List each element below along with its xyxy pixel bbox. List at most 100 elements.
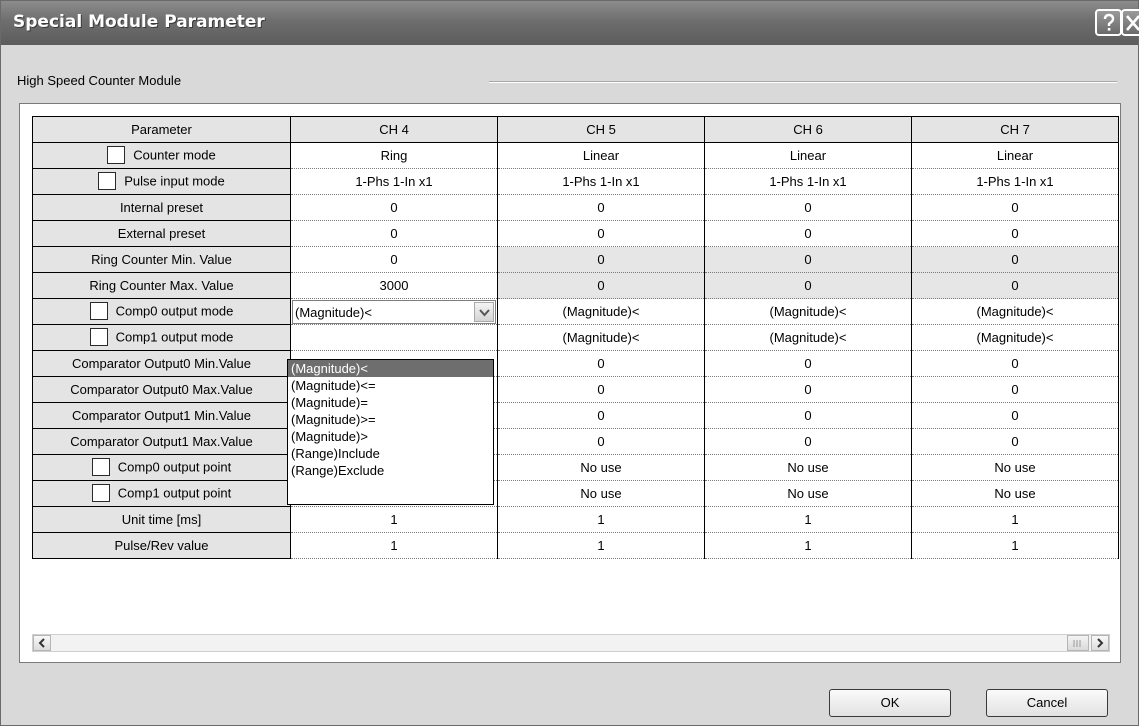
parameter-value-cell[interactable]: No use bbox=[704, 454, 912, 481]
parameter-value-cell[interactable]: 1 bbox=[290, 506, 498, 533]
parameter-value-cell[interactable]: 0 bbox=[704, 194, 912, 221]
parameter-name-cell[interactable]: Comp1 output mode bbox=[32, 324, 291, 351]
scroll-right-button[interactable] bbox=[1091, 635, 1109, 651]
parameter-value-cell[interactable]: 0 bbox=[911, 220, 1119, 247]
parameter-name-cell[interactable]: Pulse input mode bbox=[32, 168, 291, 195]
comp0-mode-combobox[interactable]: (Magnitude)< bbox=[292, 299, 496, 324]
parameter-value-cell[interactable]: (Magnitude)< bbox=[911, 298, 1119, 325]
parameter-value-cell[interactable]: 0 bbox=[911, 428, 1119, 455]
parameter-value-cell[interactable]: 0 bbox=[704, 428, 912, 455]
parameter-value-cell[interactable]: (Magnitude)< bbox=[911, 324, 1119, 351]
parameter-checkbox[interactable] bbox=[98, 171, 117, 190]
parameter-value-cell[interactable]: 1-Phs 1-In x1 bbox=[290, 168, 498, 195]
parameter-value-cell[interactable]: Linear bbox=[497, 142, 705, 169]
dropdown-option[interactable]: (Magnitude)= bbox=[288, 394, 493, 411]
parameter-name-cell[interactable]: Counter mode bbox=[32, 142, 291, 169]
table-row: Comparator Output1 Min.Value 0 0 0 bbox=[32, 402, 1119, 429]
parameter-checkbox[interactable] bbox=[91, 457, 110, 476]
parameter-value-cell[interactable]: 0 bbox=[497, 272, 705, 299]
parameter-value-cell[interactable]: 3000 bbox=[290, 272, 498, 299]
parameter-value-cell[interactable]: No use bbox=[497, 454, 705, 481]
parameter-value-cell[interactable]: 1 bbox=[290, 532, 498, 559]
parameter-name-cell[interactable]: Comp0 output point bbox=[32, 454, 291, 481]
parameter-value-cell[interactable]: 0 bbox=[911, 246, 1119, 273]
parameter-name-label: Comp1 output point bbox=[117, 484, 232, 500]
value-text: 0 bbox=[597, 356, 605, 371]
parameter-name-cell[interactable]: Comp0 output mode bbox=[32, 298, 291, 325]
parameter-value-cell[interactable]: No use bbox=[911, 454, 1119, 481]
parameter-value-cell[interactable]: 0 bbox=[497, 428, 705, 455]
parameter-value-cell[interactable]: 0 bbox=[290, 246, 498, 273]
parameter-value-cell[interactable]: 0 bbox=[704, 402, 912, 429]
title-bar[interactable]: Special Module Parameter bbox=[1, 1, 1139, 45]
parameter-value-cell[interactable]: 1-Phs 1-In x1 bbox=[497, 168, 705, 195]
parameter-value-cell[interactable]: 1 bbox=[704, 532, 912, 559]
scroll-left-button[interactable] bbox=[33, 635, 51, 651]
parameter-checkbox[interactable] bbox=[89, 327, 108, 346]
parameter-value-cell[interactable]: 0 bbox=[290, 220, 498, 247]
parameter-value-cell[interactable]: (Magnitude)< bbox=[497, 324, 705, 351]
parameter-value-cell[interactable]: (Magnitude)< bbox=[704, 298, 912, 325]
value-text: 3000 bbox=[379, 278, 409, 293]
parameter-value-cell[interactable]: 0 bbox=[911, 402, 1119, 429]
parameter-value-cell[interactable]: 0 bbox=[497, 220, 705, 247]
scroll-thumb[interactable] bbox=[1067, 635, 1089, 651]
parameter-value-cell[interactable]: Linear bbox=[911, 142, 1119, 169]
special-module-parameter-dialog: Special Module Parameter High Speed Coun… bbox=[0, 0, 1139, 726]
parameter-value-cell[interactable] bbox=[290, 324, 498, 351]
parameter-value-cell[interactable]: 1 bbox=[497, 532, 705, 559]
parameter-value-cell[interactable]: 0 bbox=[497, 246, 705, 273]
parameter-name-label: Comparator Output1 Max.Value bbox=[70, 434, 253, 449]
parameter-value-cell[interactable]: 0 bbox=[911, 272, 1119, 299]
parameter-value-cell[interactable]: 1 bbox=[911, 532, 1119, 559]
parameter-value-cell[interactable]: (Magnitude)< bbox=[290, 298, 498, 325]
parameter-value-cell[interactable]: 0 bbox=[290, 194, 498, 221]
parameter-value-cell[interactable]: (Magnitude)< bbox=[704, 324, 912, 351]
parameter-value-cell[interactable]: No use bbox=[911, 480, 1119, 507]
table-row: Unit time [ms] 1 1 1 1 bbox=[32, 506, 1119, 533]
dropdown-option[interactable]: (Range)Exclude bbox=[288, 462, 493, 479]
parameter-value-cell[interactable]: Linear bbox=[704, 142, 912, 169]
ok-button[interactable]: OK bbox=[829, 689, 951, 717]
parameter-value-cell[interactable]: 0 bbox=[704, 246, 912, 273]
parameter-value-cell[interactable]: 0 bbox=[704, 272, 912, 299]
parameter-value-cell[interactable]: 0 bbox=[497, 376, 705, 403]
parameter-value-cell[interactable]: 0 bbox=[911, 350, 1119, 377]
parameter-value-cell[interactable]: Ring bbox=[290, 142, 498, 169]
cancel-button[interactable]: Cancel bbox=[986, 689, 1108, 717]
table-row: Comp1 output pointNo useNo useNo useNo u… bbox=[32, 480, 1119, 507]
comp0-mode-dropdown-list[interactable]: (Magnitude)< (Magnitude)<= (Magnitude)= (Ma… bbox=[287, 359, 494, 505]
parameter-value-cell[interactable]: 0 bbox=[497, 194, 705, 221]
parameter-value-cell[interactable]: 1 bbox=[911, 506, 1119, 533]
value-text: 0 bbox=[804, 226, 812, 241]
close-button[interactable] bbox=[1121, 9, 1139, 36]
parameter-checkbox[interactable] bbox=[89, 301, 108, 320]
parameter-value-cell[interactable]: 1 bbox=[497, 506, 705, 533]
parameter-value-cell[interactable]: No use bbox=[704, 480, 912, 507]
parameter-value-cell[interactable]: 0 bbox=[704, 220, 912, 247]
help-button[interactable] bbox=[1095, 9, 1122, 36]
parameter-value-cell[interactable]: 0 bbox=[704, 376, 912, 403]
parameter-checkbox[interactable] bbox=[91, 483, 110, 502]
parameter-value-cell[interactable]: 0 bbox=[497, 350, 705, 377]
parameter-value-cell[interactable]: 1-Phs 1-In x1 bbox=[911, 168, 1119, 195]
parameter-value-cell[interactable]: No use bbox=[497, 480, 705, 507]
parameter-checkbox[interactable] bbox=[107, 145, 126, 164]
horizontal-scrollbar[interactable] bbox=[32, 634, 1110, 652]
parameter-value-cell[interactable]: 0 bbox=[497, 402, 705, 429]
parameter-value-cell[interactable]: 1 bbox=[704, 506, 912, 533]
parameter-value-cell[interactable]: 0 bbox=[911, 194, 1119, 221]
parameter-value-cell[interactable]: (Magnitude)< bbox=[497, 298, 705, 325]
parameter-value-cell[interactable]: 0 bbox=[704, 350, 912, 377]
parameter-value-cell[interactable]: 0 bbox=[911, 376, 1119, 403]
combobox-dropdown-button[interactable] bbox=[474, 301, 494, 322]
dropdown-option[interactable]: (Magnitude)> bbox=[288, 428, 493, 445]
parameter-name-label: External preset bbox=[117, 226, 206, 241]
dropdown-option[interactable]: (Magnitude)<= bbox=[288, 377, 493, 394]
dropdown-option[interactable]: (Magnitude)>= bbox=[288, 411, 493, 428]
parameter-value-cell[interactable]: 1-Phs 1-In x1 bbox=[704, 168, 912, 195]
parameter-name-cell: External preset bbox=[32, 220, 291, 247]
parameter-name-cell[interactable]: Comp1 output point bbox=[32, 480, 291, 507]
dropdown-option[interactable]: (Range)Include bbox=[288, 445, 493, 462]
dropdown-option[interactable]: (Magnitude)< bbox=[288, 360, 493, 377]
